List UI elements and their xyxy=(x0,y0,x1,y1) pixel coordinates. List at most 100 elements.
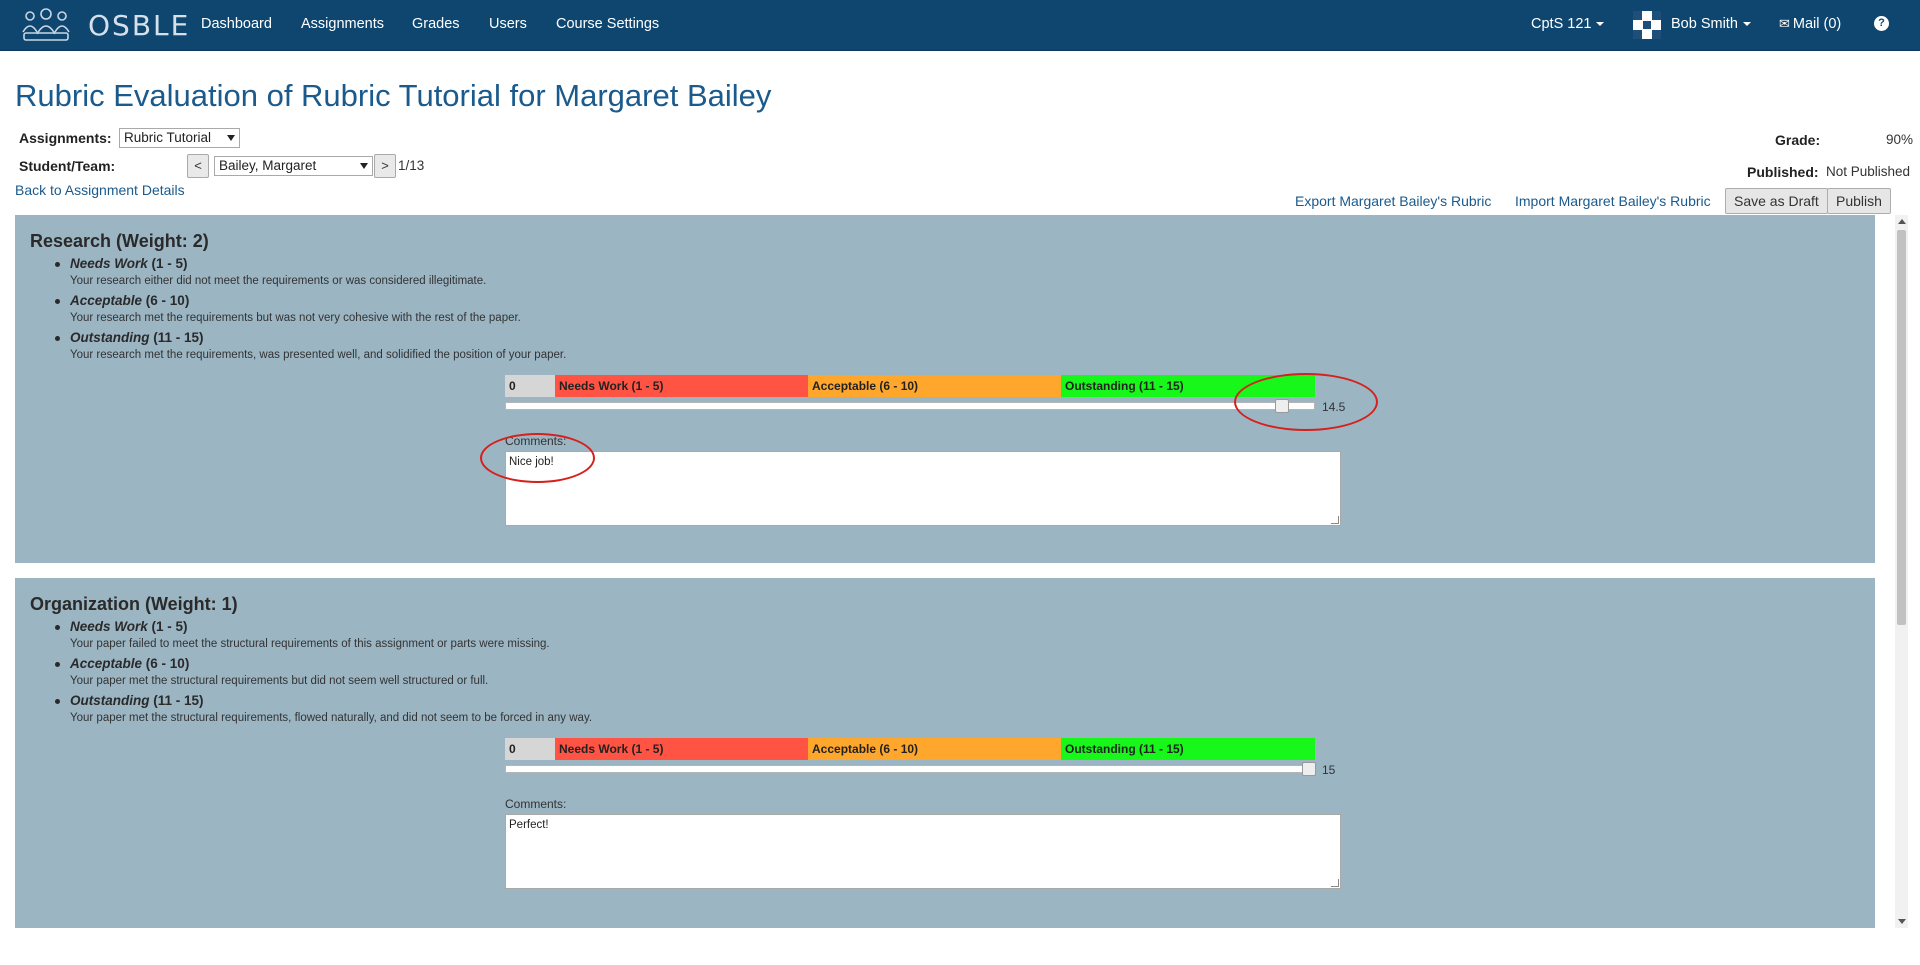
nav-dashboard[interactable]: Dashboard xyxy=(201,16,272,32)
scale-outstanding: Outstanding (11 - 15) xyxy=(1061,375,1315,397)
level-name: Needs Work xyxy=(70,619,148,634)
student-team-label: Student/Team: xyxy=(19,158,116,174)
level-description: Your research met the requirements, was … xyxy=(70,349,567,361)
slider-handle[interactable] xyxy=(1275,399,1289,413)
bullet xyxy=(55,299,60,304)
nav-course-settings[interactable]: Course Settings xyxy=(556,16,659,32)
level-needs-work: Needs Work (1 - 5) xyxy=(55,256,188,271)
published-value: Not Published xyxy=(1826,164,1911,179)
level-range: (11 - 15) xyxy=(153,693,204,708)
publish-button[interactable]: Publish xyxy=(1827,188,1891,214)
assignment-select-value: Rubric Tutorial xyxy=(124,130,212,145)
level-acceptable: Acceptable (6 - 10) xyxy=(55,293,190,308)
resize-grip-icon[interactable] xyxy=(1331,516,1339,524)
nav-grades[interactable]: Grades xyxy=(412,16,460,32)
level-range: (1 - 5) xyxy=(151,619,188,634)
level-name: Needs Work xyxy=(70,256,148,271)
published-label: Published: xyxy=(1747,164,1819,180)
score-slider[interactable] xyxy=(505,762,1316,776)
level-name: Outstanding xyxy=(70,330,150,345)
scale-acceptable: Acceptable (6 - 10) xyxy=(808,375,1061,397)
scroll-up-arrow-icon[interactable] xyxy=(1898,219,1906,224)
mail-label: Mail (0) xyxy=(1792,16,1842,32)
grade-value: 90% xyxy=(1886,132,1914,147)
level-name: Acceptable xyxy=(70,656,143,671)
content-scrollbar[interactable] xyxy=(1895,215,1908,928)
level-description: Your paper met the structural requiremen… xyxy=(70,712,593,724)
scale-zero: 0 xyxy=(505,738,555,760)
brand[interactable]: OSBLE xyxy=(20,6,190,44)
next-student-button[interactable]: > xyxy=(374,154,396,178)
score-scale: 0 Needs Work (1 - 5) Acceptable (6 - 10)… xyxy=(505,375,1315,397)
comment-text: Nice job! xyxy=(509,456,554,468)
prev-student-button[interactable]: < xyxy=(187,154,209,178)
level-name: Outstanding xyxy=(70,693,150,708)
assignment-select[interactable]: Rubric Tutorial xyxy=(119,128,240,148)
user-name: Bob Smith xyxy=(1671,16,1738,32)
student-select-value: Bailey, Margaret xyxy=(219,158,317,173)
page-title: Rubric Evaluation of Rubric Tutorial for… xyxy=(15,78,772,113)
assignments-label: Assignments: xyxy=(19,130,112,146)
scale-acceptable: Acceptable (6 - 10) xyxy=(808,738,1061,760)
criterion-title: Research (Weight: 2) xyxy=(30,231,209,251)
user-avatar-icon[interactable] xyxy=(1633,11,1661,39)
level-range: (11 - 15) xyxy=(153,330,204,345)
scrollbar-thumb[interactable] xyxy=(1897,230,1906,625)
level-name: Acceptable xyxy=(70,293,143,308)
chevron-down-icon xyxy=(360,163,368,169)
bullet xyxy=(55,699,60,704)
criterion-panel-research: Research (Weight: 2) Needs Work (1 - 5) … xyxy=(15,215,1875,563)
rubric-content: Research (Weight: 2) Needs Work (1 - 5) … xyxy=(15,215,1905,928)
level-needs-work: Needs Work (1 - 5) xyxy=(55,619,188,634)
grade-label: Grade: xyxy=(1775,132,1821,148)
bullet xyxy=(55,262,60,267)
comments-label: Comments: xyxy=(505,797,567,811)
chevron-down-icon xyxy=(1742,22,1751,27)
level-range: (6 - 10) xyxy=(145,293,190,308)
chevron-down-icon xyxy=(227,135,235,141)
bullet xyxy=(55,336,60,341)
scroll-down-arrow-icon[interactable] xyxy=(1898,919,1906,924)
level-description: Your research either did not meet the re… xyxy=(70,275,487,287)
nav-users[interactable]: Users xyxy=(489,16,527,32)
level-range: (1 - 5) xyxy=(151,256,188,271)
level-description: Your research met the requirements but w… xyxy=(70,312,521,324)
level-range: (6 - 10) xyxy=(145,656,190,671)
mail-link[interactable]: ✉ Mail (0) xyxy=(1779,16,1841,32)
course-dropdown[interactable]: CptS 121 xyxy=(1531,16,1605,32)
import-rubric-link[interactable]: Import Margaret Bailey's Rubric xyxy=(1515,193,1711,209)
level-description: Your paper met the structural requiremen… xyxy=(70,675,489,687)
scale-outstanding: Outstanding (11 - 15) xyxy=(1061,738,1315,760)
scale-needs-work: Needs Work (1 - 5) xyxy=(555,738,808,760)
level-outstanding: Outstanding (11 - 15) xyxy=(55,693,204,708)
back-to-assignment-link[interactable]: Back to Assignment Details xyxy=(15,182,185,198)
comments-textarea[interactable]: Perfect! xyxy=(505,814,1341,889)
export-rubric-link[interactable]: Export Margaret Bailey's Rubric xyxy=(1295,193,1491,209)
level-acceptable: Acceptable (6 - 10) xyxy=(55,656,190,671)
scale-zero: 0 xyxy=(505,375,555,397)
save-as-draft-button[interactable]: Save as Draft xyxy=(1725,188,1828,214)
user-menu[interactable]: Bob Smith xyxy=(1671,16,1751,32)
slider-handle[interactable] xyxy=(1302,762,1316,776)
student-position: 1/13 xyxy=(398,158,425,173)
nav-assignments[interactable]: Assignments xyxy=(301,16,384,32)
criterion-panel-organization: Organization (Weight: 1) Needs Work (1 -… xyxy=(15,578,1875,928)
level-description: Your paper failed to meet the structural… xyxy=(70,638,550,650)
comments-label: Comments: xyxy=(505,434,567,448)
top-navbar: OSBLE Dashboard Assignments Grades Users… xyxy=(0,0,1920,51)
student-select[interactable]: Bailey, Margaret xyxy=(214,156,373,176)
course-label: CptS 121 xyxy=(1531,16,1592,32)
help-icon[interactable]: ? xyxy=(1874,16,1889,31)
resize-grip-icon[interactable] xyxy=(1331,879,1339,887)
bullet xyxy=(55,662,60,667)
score-value: 14.5 xyxy=(1322,400,1346,414)
score-scale: 0 Needs Work (1 - 5) Acceptable (6 - 10)… xyxy=(505,738,1315,760)
comment-text: Perfect! xyxy=(509,819,549,831)
osble-logo-icon xyxy=(22,8,70,41)
level-outstanding: Outstanding (11 - 15) xyxy=(55,330,204,345)
brand-text: OSBLE xyxy=(88,8,191,42)
chevron-down-icon xyxy=(1596,22,1605,27)
envelope-icon: ✉ xyxy=(1779,16,1790,31)
comments-textarea[interactable]: Nice job! xyxy=(505,451,1341,526)
score-slider[interactable] xyxy=(505,399,1315,413)
